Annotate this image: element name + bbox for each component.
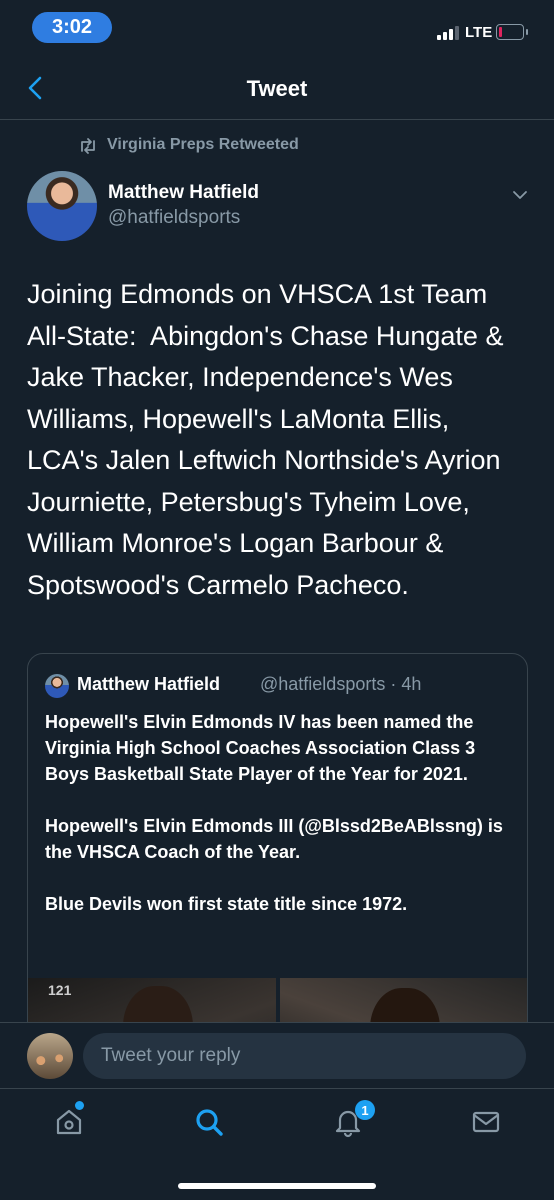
quoted-tweet-card[interactable]: Matthew Hatfield @hatfieldsports · 4h Ho… [27,653,528,1075]
notifications-badge: 1 [355,1100,375,1120]
author-avatar[interactable] [27,171,97,241]
jersey-number: 121 [48,982,72,998]
signal-icon [437,26,459,40]
quoted-tweet-time: · 4h [390,674,422,694]
header-divider [0,119,554,120]
home-new-indicator [75,1101,84,1110]
tweet-text: Joining Edmonds on VHSCA 1st Team All-St… [27,279,511,600]
author-handle[interactable]: @hatfieldsports [108,207,240,229]
quoted-tweet-text: Hopewell's Elvin Edmonds IV has been nam… [45,712,503,914]
retweet-icon [81,138,95,154]
quoted-author-name: Matthew Hatfield [77,674,221,694]
quoted-author-handle: @hatfieldsports [260,674,386,694]
home-indicator [178,1183,376,1189]
nav-divider [0,1088,554,1089]
status-time: 3:02 [32,12,112,43]
network-type: LTE [465,24,493,41]
user-avatar[interactable] [27,1033,73,1079]
search-icon[interactable] [193,1106,225,1138]
reply-input[interactable] [83,1033,526,1079]
chevron-down-icon[interactable] [511,188,529,202]
page-title: Tweet [246,76,308,101]
quoted-author-meta: @hatfieldsports · 4h [260,674,421,695]
quoted-author-avatar [45,674,69,698]
retweeted-by-label[interactable]: Virginia Preps Retweeted [107,136,299,154]
author-name[interactable]: Matthew Hatfield [108,182,259,204]
home-icon[interactable] [53,1106,85,1138]
mail-icon[interactable] [470,1106,502,1138]
battery-icon [496,24,528,40]
